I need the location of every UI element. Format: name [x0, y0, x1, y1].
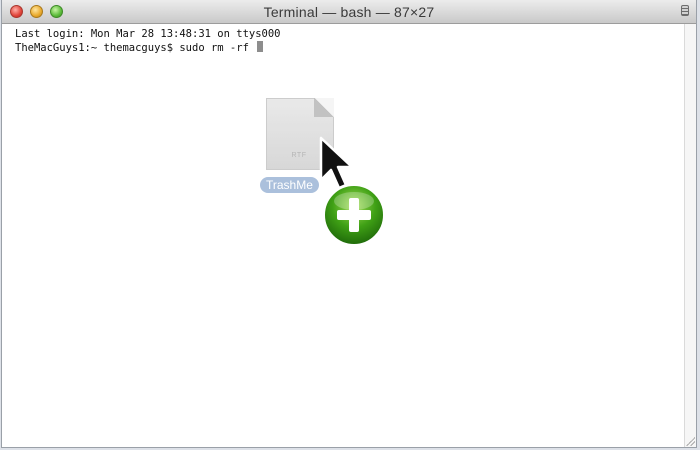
vertical-scrollbar[interactable] — [684, 24, 696, 447]
arrow-pointer-icon — [319, 136, 354, 190]
terminal-line-last-login: Last login: Mon Mar 28 13:48:31 on ttys0… — [15, 28, 281, 40]
window-title: Terminal — bash — 87×27 — [263, 4, 435, 20]
file-corner-fold — [314, 98, 334, 117]
title-bar[interactable]: Terminal — bash — 87×27 — [2, 0, 696, 24]
dragged-file-name: TrashMe — [260, 177, 319, 193]
toolbar-toggle-icon[interactable] — [681, 5, 689, 16]
add-plus-icon — [323, 184, 385, 246]
terminal-command: TheMacGuys1:~ themacguys$ sudo rm -rf — [15, 42, 256, 54]
terminal-line-prompt: TheMacGuys1:~ themacguys$ sudo rm -rf — [15, 41, 671, 55]
resize-handle[interactable] — [685, 436, 695, 446]
text-cursor — [257, 41, 264, 52]
